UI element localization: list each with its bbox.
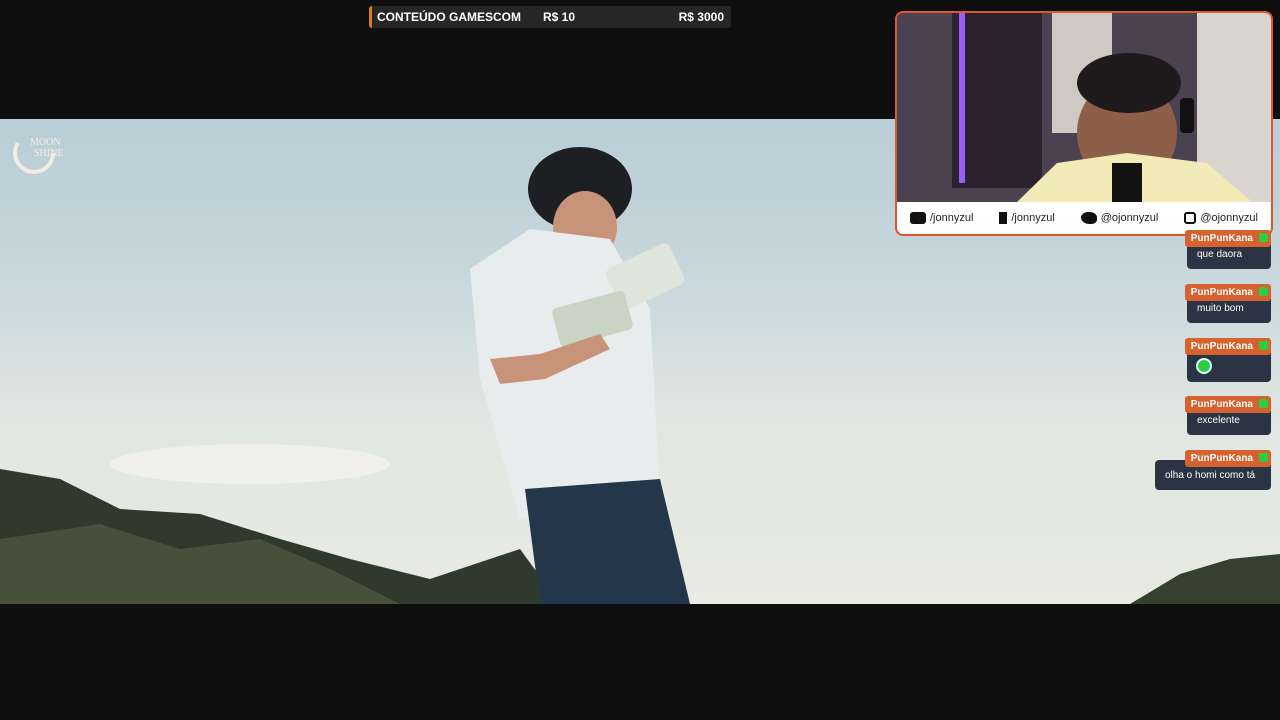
- chat-message: PunPunKana muito bom: [1184, 284, 1271, 323]
- chat-message: PunPunKana que daora: [1184, 230, 1271, 269]
- badge-icon: [1259, 341, 1268, 350]
- chat-message: PunPunKana excelente: [1184, 396, 1271, 435]
- emote-icon: [1196, 358, 1212, 374]
- badge-icon: [1259, 399, 1268, 408]
- logo-line1: MOON: [30, 137, 61, 148]
- badge-icon: [1259, 233, 1268, 242]
- chat-message: PunPunKana olha o homi como tá: [1155, 450, 1271, 490]
- goal-target-amount: R$ 3000: [678, 10, 724, 24]
- instagram-link[interactable]: @ojonnyzul: [1184, 211, 1258, 225]
- youtube-icon: [909, 212, 926, 225]
- twitter-handle: @ojonnyzul: [1100, 211, 1159, 224]
- instagram-handle: @ojonnyzul: [1200, 211, 1258, 224]
- goal-content: CONTEÚDO GAMESCOM R$ 10 R$ 3000: [372, 6, 731, 28]
- chat-text: excelente: [1197, 415, 1240, 426]
- goal-current-amount: R$ 10: [543, 10, 576, 24]
- chat-text: muito bom: [1197, 303, 1244, 314]
- instagram-icon: [1184, 212, 1197, 225]
- logo-line2: SHINE: [34, 148, 63, 159]
- facebook-icon: [999, 212, 1008, 225]
- chat-message: PunPunKana: [1184, 338, 1271, 382]
- twitter-link[interactable]: @ojonnyzul: [1080, 211, 1159, 225]
- youtube-handle: /jonnyzul: [929, 211, 974, 224]
- badge-icon: [1259, 453, 1268, 462]
- chat-text: que daora: [1197, 249, 1243, 260]
- youtube-link[interactable]: /jonnyzul: [909, 211, 974, 225]
- moonshine-logo: MOON SHINE: [12, 128, 74, 178]
- facebook-handle: /jonnyzul: [1011, 211, 1055, 224]
- webcam-feed: [897, 13, 1271, 202]
- badge-icon: [1259, 287, 1268, 296]
- donation-goal-bar: CONTEÚDO GAMESCOM R$ 10 R$ 3000: [369, 6, 731, 28]
- facebook-link[interactable]: /jonnyzul: [999, 211, 1055, 225]
- chat-text: olha o homi como tá: [1165, 470, 1256, 481]
- goal-title: CONTEÚDO GAMESCOM: [377, 10, 521, 24]
- webcam-overlay: /jonnyzul /jonnyzul @ojonnyzul @ojonnyzu…: [895, 11, 1273, 236]
- twitter-icon: [1080, 212, 1097, 225]
